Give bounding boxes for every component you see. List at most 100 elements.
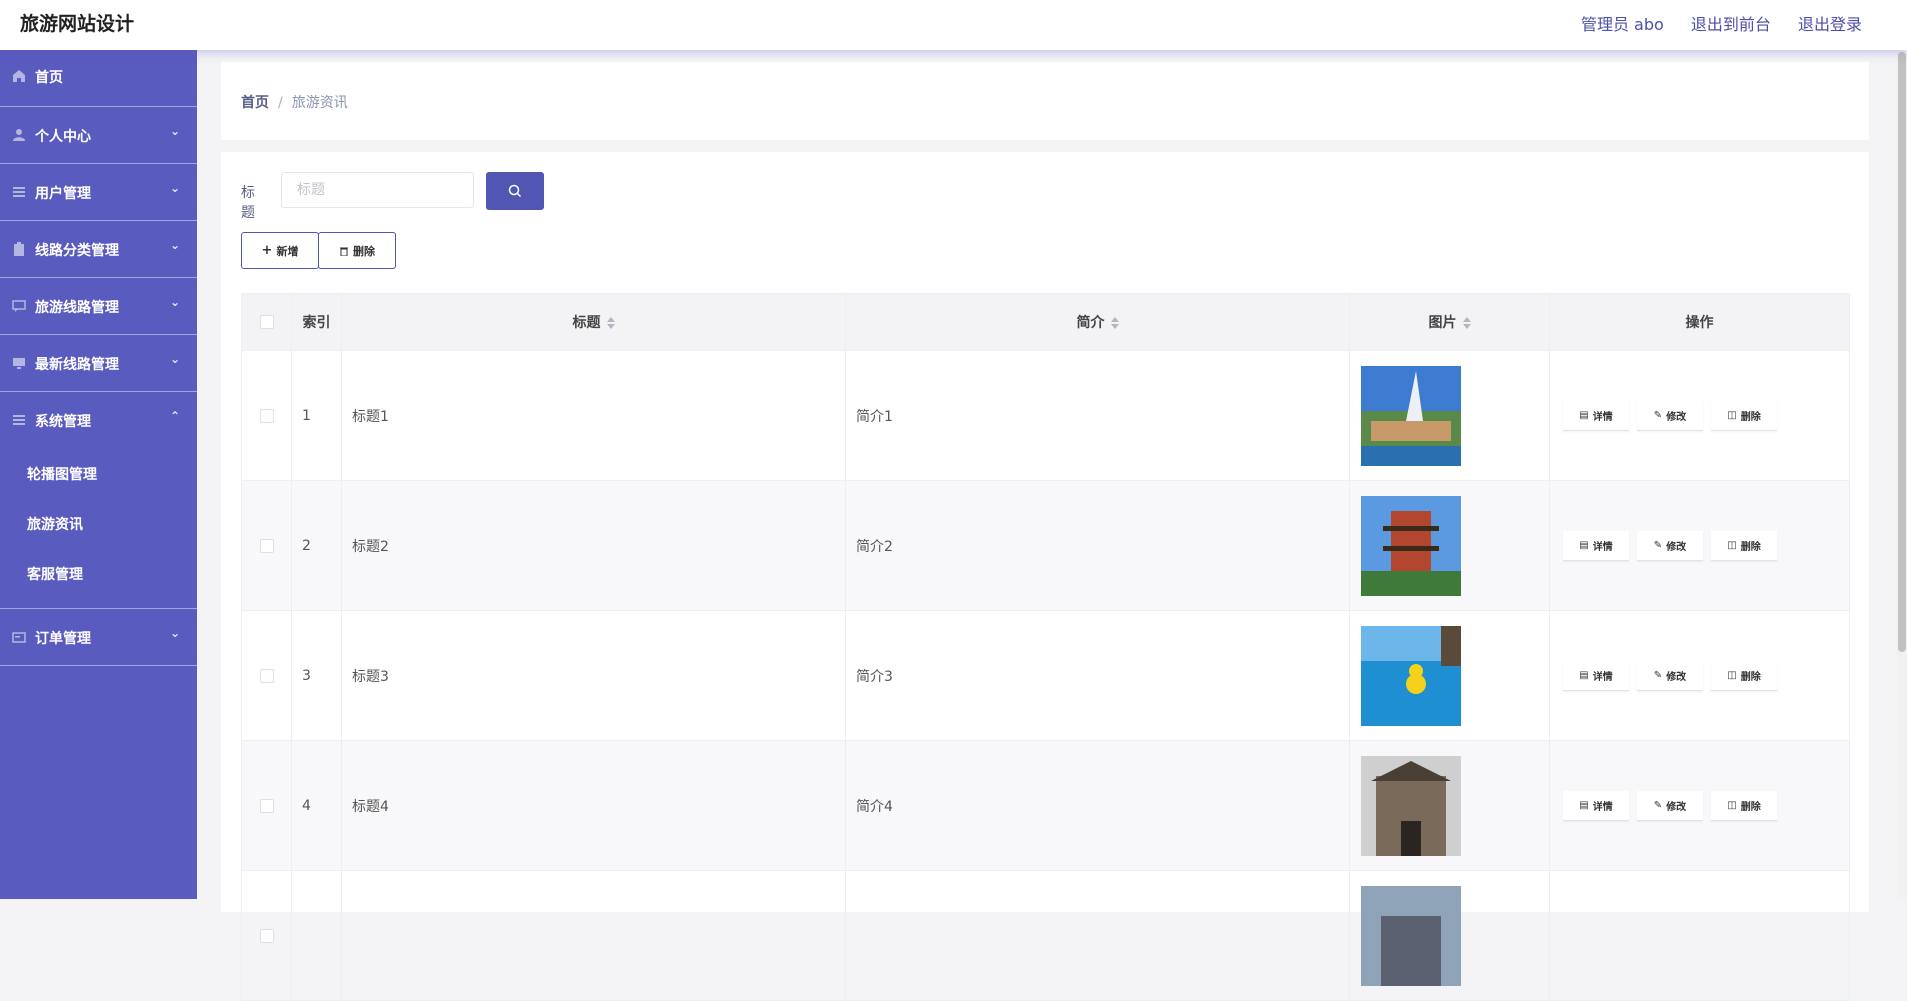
search-input[interactable] <box>281 172 474 208</box>
breadcrumb-card: 首页 / 旅游资讯 <box>221 62 1869 140</box>
delete-button-label: 删除 <box>353 244 375 258</box>
sort-icon[interactable] <box>606 317 615 329</box>
edit-button[interactable]: ✎ 修改 <box>1637 790 1703 821</box>
chevron-down-icon: ⌄ <box>169 124 180 138</box>
sidebar-item-travel-route[interactable]: 旅游线路管理 ⌄ <box>0 278 197 335</box>
chevron-down-icon: ⌄ <box>169 238 180 252</box>
sidebar-item-system[interactable]: 系统管理 ⌃ <box>0 392 197 448</box>
row-image <box>1361 885 1461 986</box>
card-icon <box>12 632 26 643</box>
chevron-down-icon: ⌄ <box>169 352 180 366</box>
sidebar-item-users[interactable]: 用户管理 ⌄ <box>0 164 197 221</box>
back-to-front-link[interactable]: 退出到前台 <box>1691 15 1771 34</box>
delete-button[interactable]: ◫ 删除 <box>1711 790 1777 821</box>
row-title: 标题1 <box>341 350 846 481</box>
detail-button-label: 详情 <box>1592 671 1613 683</box>
row-index: 1 <box>291 350 342 481</box>
row-index <box>291 870 342 1001</box>
row-checkbox[interactable] <box>259 408 274 423</box>
table-row: 2 标题2 简介2 ▤ 详情 ✎ 修改 ◫ 删除 <box>241 480 1850 611</box>
breadcrumb: 首页 / 旅游资讯 <box>241 92 348 112</box>
sidebar-item-orders[interactable]: 订单管理 ⌄ <box>0 609 197 666</box>
content-card: 标题 + 新增 删除 <box>221 152 1869 1001</box>
sort-icon[interactable] <box>1462 317 1471 329</box>
row-image <box>1361 625 1461 726</box>
edit-button-label: 修改 <box>1666 411 1687 423</box>
trash-icon: ◫ <box>1727 799 1737 811</box>
search-button[interactable] <box>486 172 544 210</box>
column-header-title-label: 标题 <box>572 315 601 331</box>
row-index: 2 <box>291 480 342 611</box>
sidebar-subitem-carousel[interactable]: 轮播图管理 <box>0 450 197 500</box>
delete-button[interactable]: ◫ 删除 <box>1711 530 1777 561</box>
sidebar-item-label: 个人中心 <box>35 129 91 145</box>
row-image <box>1361 495 1461 596</box>
top-right-links: 管理员 abo 退出到前台 退出登录 <box>1581 11 1862 35</box>
detail-button[interactable]: ▤ 详情 <box>1563 400 1629 431</box>
list-icon <box>13 415 25 425</box>
column-header-ops: 操作 <box>1549 293 1850 351</box>
row-index: 4 <box>291 740 342 871</box>
edit-button[interactable]: ✎ 修改 <box>1637 660 1703 691</box>
sidebar-item-label: 最新线路管理 <box>35 357 119 373</box>
select-all-checkbox[interactable] <box>259 315 274 329</box>
add-button-label: 新增 <box>276 244 299 258</box>
row-image <box>1361 755 1461 856</box>
sidebar-item-home[interactable]: 首页 <box>0 50 197 107</box>
column-header-intro[interactable]: 简介 <box>845 293 1350 351</box>
sidebar-subitem-travel-news[interactable]: 旅游资讯 <box>0 500 197 550</box>
edit-button[interactable]: ✎ 修改 <box>1637 530 1703 561</box>
scrollbar-thumb[interactable] <box>1898 52 1906 652</box>
row-title: 标题2 <box>341 480 846 611</box>
edit-icon: ✎ <box>1653 409 1663 421</box>
batch-delete-button[interactable]: 删除 <box>318 232 396 269</box>
row-checkbox[interactable] <box>259 928 274 943</box>
row-intro: 简介2 <box>845 480 1350 611</box>
detail-button[interactable]: ▤ 详情 <box>1563 660 1629 691</box>
monitor-icon <box>13 358 25 369</box>
row-index: 3 <box>291 610 342 741</box>
admin-name: 管理员 abo <box>1580 15 1664 34</box>
data-table: 索引 标题 简介 图片 操作 1 标题1 简介1 ▤ 详情 ✎ 修改 ◫ 删除 … <box>241 293 1850 1001</box>
sidebar-subitem-customer-service[interactable]: 客服管理 <box>0 550 197 600</box>
detail-button[interactable]: ▤ 详情 <box>1563 530 1629 561</box>
column-header-image[interactable]: 图片 <box>1349 293 1550 351</box>
row-checkbox[interactable] <box>259 798 274 813</box>
document-icon: ▤ <box>1579 539 1589 551</box>
detail-button-label: 详情 <box>1592 801 1613 813</box>
row-checkbox[interactable] <box>259 668 274 683</box>
edit-icon: ✎ <box>1653 539 1663 551</box>
system-submenu: 轮播图管理 旅游资讯 客服管理 <box>0 448 197 609</box>
sidebar-item-label: 首页 <box>35 70 63 86</box>
sort-icon[interactable] <box>1110 317 1119 329</box>
breadcrumb-home[interactable]: 首页 <box>241 95 269 111</box>
table-header-row: 索引 标题 简介 图片 操作 <box>241 293 1850 351</box>
edit-button-label: 修改 <box>1666 801 1687 813</box>
sidebar-item-label: 订单管理 <box>35 631 91 647</box>
add-button[interactable]: + 新增 <box>241 232 319 269</box>
detail-button[interactable]: ▤ 详情 <box>1563 790 1629 821</box>
edit-button[interactable]: ✎ 修改 <box>1637 400 1703 431</box>
site-title: 旅游网站设计 <box>20 13 135 35</box>
column-header-title[interactable]: 标题 <box>341 293 846 351</box>
chevron-down-icon: ⌄ <box>169 181 180 195</box>
delete-button-label: 删除 <box>1740 801 1761 813</box>
logout-link[interactable]: 退出登录 <box>1798 15 1862 34</box>
trash-icon <box>340 247 348 256</box>
sidebar-item-latest-route[interactable]: 最新线路管理 ⌄ <box>0 335 197 392</box>
edit-icon: ✎ <box>1653 669 1663 681</box>
row-checkbox[interactable] <box>259 538 274 553</box>
sidebar-item-route-category[interactable]: 线路分类管理 ⌄ <box>0 221 197 278</box>
delete-button[interactable]: ◫ 删除 <box>1711 660 1777 691</box>
sidebar-item-label: 旅游线路管理 <box>35 300 119 316</box>
breadcrumb-separator: / <box>278 95 283 111</box>
trash-icon: ◫ <box>1727 539 1737 551</box>
table-row: 1 标题1 简介1 ▤ 详情 ✎ 修改 ◫ 删除 <box>241 350 1850 481</box>
delete-button[interactable]: ◫ 删除 <box>1711 400 1777 431</box>
sidebar-item-profile[interactable]: 个人中心 ⌄ <box>0 107 197 164</box>
page-scrollbar[interactable] <box>1897 50 1907 899</box>
clipboard-icon <box>14 242 24 256</box>
chevron-up-icon: ⌃ <box>169 409 180 423</box>
chevron-down-icon: ⌄ <box>169 626 180 640</box>
edit-button-label: 修改 <box>1666 671 1687 683</box>
